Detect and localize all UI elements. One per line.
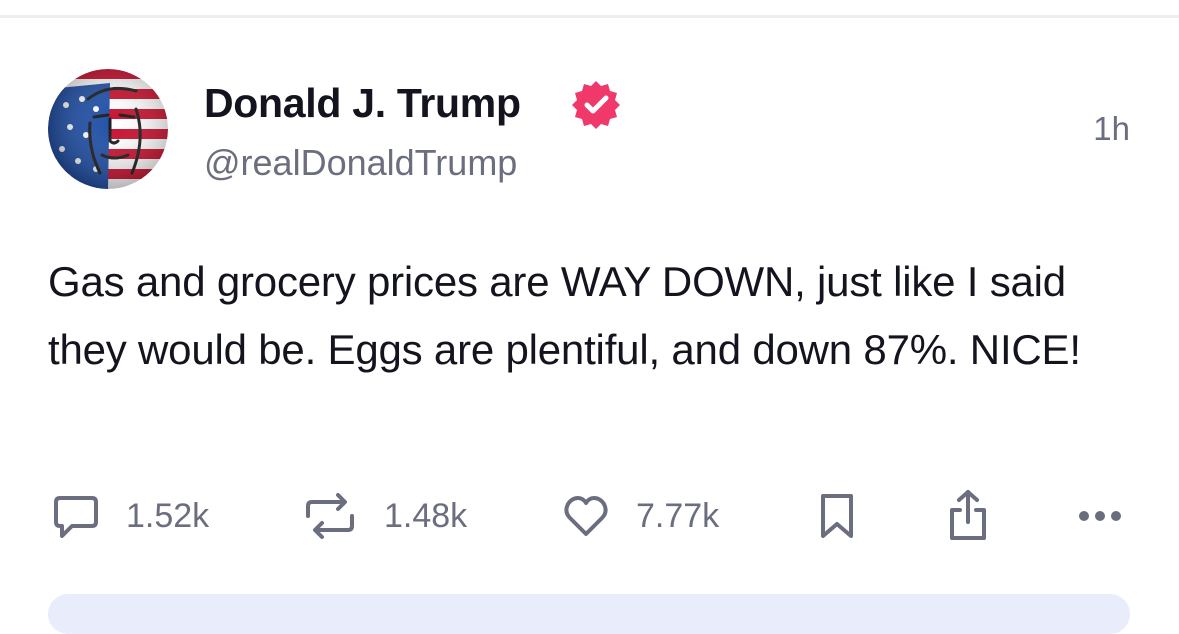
avatar[interactable] [48,69,168,189]
bookmark-button[interactable] [815,488,859,544]
share-button[interactable] [942,488,994,544]
heart-icon [564,496,608,536]
author-display-name[interactable]: Donald J. Trump [204,80,521,127]
bookmark-icon [821,494,853,538]
action-bar: 1.52k 1.48k 7.77k [0,488,1179,544]
more-icon [1079,511,1121,521]
author-handle[interactable]: @realDonaldTrump [204,142,517,184]
repost-count: 1.48k [384,496,468,535]
more-options-button[interactable] [1072,488,1128,544]
reply-count: 1.52k [126,496,210,535]
avatar-image [48,69,168,189]
reply-compose-bar[interactable] [48,594,1130,634]
like-button[interactable]: 7.77k [560,488,719,544]
comment-icon [54,496,98,538]
repost-icon [306,493,354,539]
repost-button[interactable]: 1.48k [300,488,467,544]
post-card[interactable]: Donald J. Trump @realDonaldTrump 1h Gas … [0,18,1179,634]
verified-badge-icon [570,78,622,130]
like-count: 7.77k [636,496,720,535]
post-timestamp[interactable]: 1h [1093,110,1130,148]
reply-button[interactable]: 1.52k [50,488,209,544]
share-icon [950,490,986,540]
post-text: Gas and grocery prices are WAY DOWN, jus… [48,258,1081,373]
